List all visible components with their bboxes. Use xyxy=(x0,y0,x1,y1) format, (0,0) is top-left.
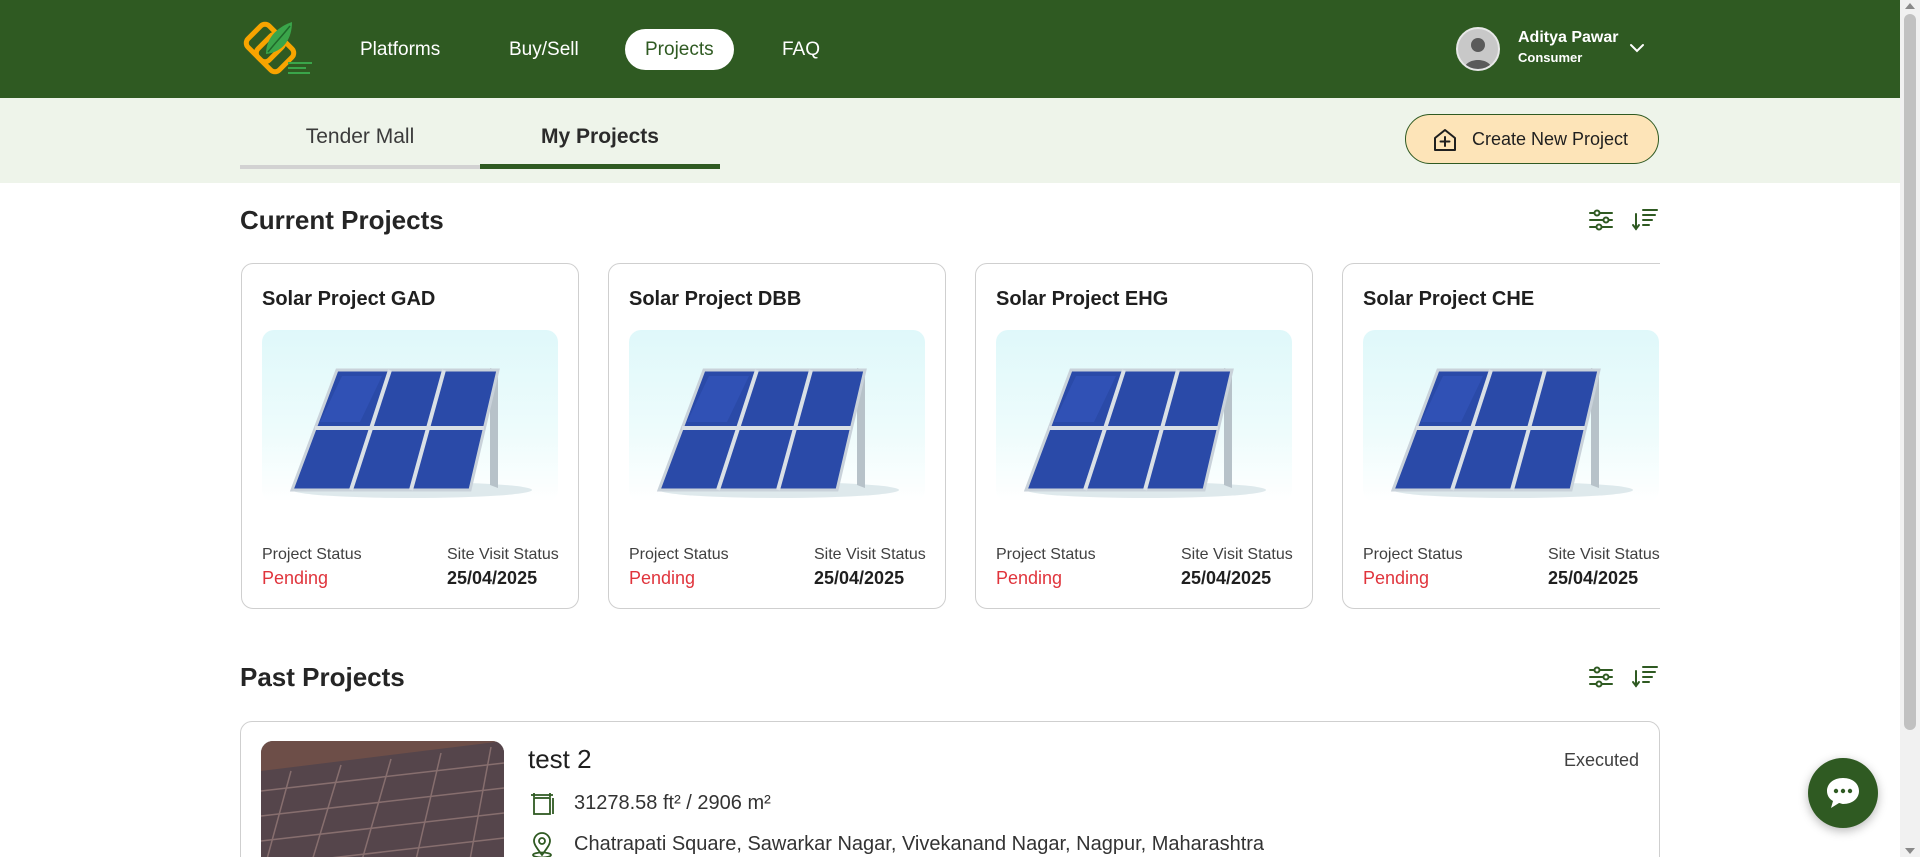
project-status-label: Project Status xyxy=(1363,546,1463,563)
house-plus-icon xyxy=(1434,129,1456,151)
site-visit-date: 25/04/2025 xyxy=(447,568,538,588)
project-status-label: Project Status xyxy=(629,546,729,563)
filter-sliders-icon[interactable] xyxy=(1587,206,1615,234)
site-visit-label: Site Visit Status xyxy=(1181,546,1293,563)
scroll-down-arrow[interactable] xyxy=(1905,848,1915,854)
project-status-label: Project Status xyxy=(262,546,362,563)
nav-platforms[interactable]: Platforms xyxy=(360,29,440,70)
tab-underline-active xyxy=(480,164,720,169)
nav-buy-sell[interactable]: Buy/Sell xyxy=(509,29,579,70)
create-new-project-button[interactable]: Create New Project xyxy=(1405,114,1659,164)
page-scrollbar[interactable] xyxy=(1900,0,1920,857)
project-card-title: Solar Project GAD xyxy=(262,288,436,310)
tab-tender-mall[interactable]: Tender Mall xyxy=(240,125,480,169)
project-status-value: Pending xyxy=(262,568,329,588)
chat-bubble-icon xyxy=(1827,778,1859,808)
tab-my-projects[interactable]: My Projects xyxy=(480,125,720,169)
project-status-value: Pending xyxy=(996,568,1063,588)
site-visit-label: Site Visit Status xyxy=(447,546,559,563)
project-card[interactable]: Solar Project EHG Project Status Pending… xyxy=(975,263,1313,609)
site-visit-label: Site Visit Status xyxy=(814,546,926,563)
top-navbar: Platforms Buy/Sell Projects FAQ Aditya P… xyxy=(0,0,1900,98)
project-card[interactable]: Solar Project GAD Project Status Pending… xyxy=(241,263,579,609)
tab-my-projects-label: My Projects xyxy=(541,125,659,148)
nav-faq[interactable]: FAQ xyxy=(782,29,820,70)
solar-panel-image xyxy=(629,330,925,502)
solar-panel-image xyxy=(1363,330,1659,502)
user-name: Aditya Pawar xyxy=(1518,29,1619,46)
site-visit-label: Site Visit Status xyxy=(1548,546,1660,563)
tab-tender-mall-label: Tender Mall xyxy=(305,125,415,148)
site-visit-date: 25/04/2025 xyxy=(814,568,905,588)
tab-underline xyxy=(240,165,480,169)
scroll-thumb[interactable] xyxy=(1904,14,1916,730)
sort-icon[interactable] xyxy=(1631,663,1659,691)
past-project-card[interactable]: test 2 Executed 31278.58 ft² / 2906 m² C… xyxy=(240,721,1660,857)
create-new-project-label: Create New Project xyxy=(1472,129,1629,149)
site-visit-date: 25/04/2025 xyxy=(1548,568,1639,588)
scroll-up-arrow[interactable] xyxy=(1905,3,1915,9)
location-pin-icon xyxy=(532,832,552,857)
chat-button[interactable] xyxy=(1808,758,1878,828)
area-measure-icon xyxy=(531,793,554,815)
solar-panel-image xyxy=(996,330,1292,502)
past-projects-title: Past Projects xyxy=(240,662,405,692)
past-project-area: 31278.58 ft² / 2906 m² xyxy=(574,792,771,814)
project-card[interactable]: Solar Project DBB Project Status Pending… xyxy=(608,263,946,609)
project-card[interactable]: Solar Project CHE Project Status Pending… xyxy=(1342,263,1660,609)
past-project-status: Executed xyxy=(1563,750,1639,770)
chevron-down-icon[interactable] xyxy=(1628,39,1646,57)
project-card-title: Solar Project CHE xyxy=(1363,288,1535,310)
user-role: Consumer xyxy=(1518,50,1583,65)
project-status-label: Project Status xyxy=(996,546,1096,563)
current-projects-carousel[interactable]: Solar Project GAD Project Status Pending… xyxy=(240,262,1660,612)
filter-sliders-icon[interactable] xyxy=(1587,663,1615,691)
past-project-location: Chatrapati Square, Sawarkar Nagar, Vivek… xyxy=(574,833,1265,855)
site-visit-date: 25/04/2025 xyxy=(1181,568,1272,588)
nav-projects[interactable]: Projects xyxy=(625,29,734,70)
project-card-title: Solar Project EHG xyxy=(996,288,1169,310)
leaf-logo-icon[interactable] xyxy=(240,18,316,80)
projects-subbar: Tender Mall My Projects Create New Proje… xyxy=(0,98,1900,183)
past-project-title: test 2 xyxy=(528,744,592,774)
user-avatar-icon xyxy=(1456,27,1500,71)
project-status-value: Pending xyxy=(1363,568,1430,588)
user-menu[interactable]: Aditya Pawar Consumer xyxy=(1456,27,1646,71)
project-card-title: Solar Project DBB xyxy=(629,288,802,310)
sort-icon[interactable] xyxy=(1631,206,1659,234)
rooftop-solar-image xyxy=(261,741,504,857)
current-projects-title: Current Projects xyxy=(240,205,444,235)
project-status-value: Pending xyxy=(629,568,696,588)
solar-panel-image xyxy=(262,330,558,502)
